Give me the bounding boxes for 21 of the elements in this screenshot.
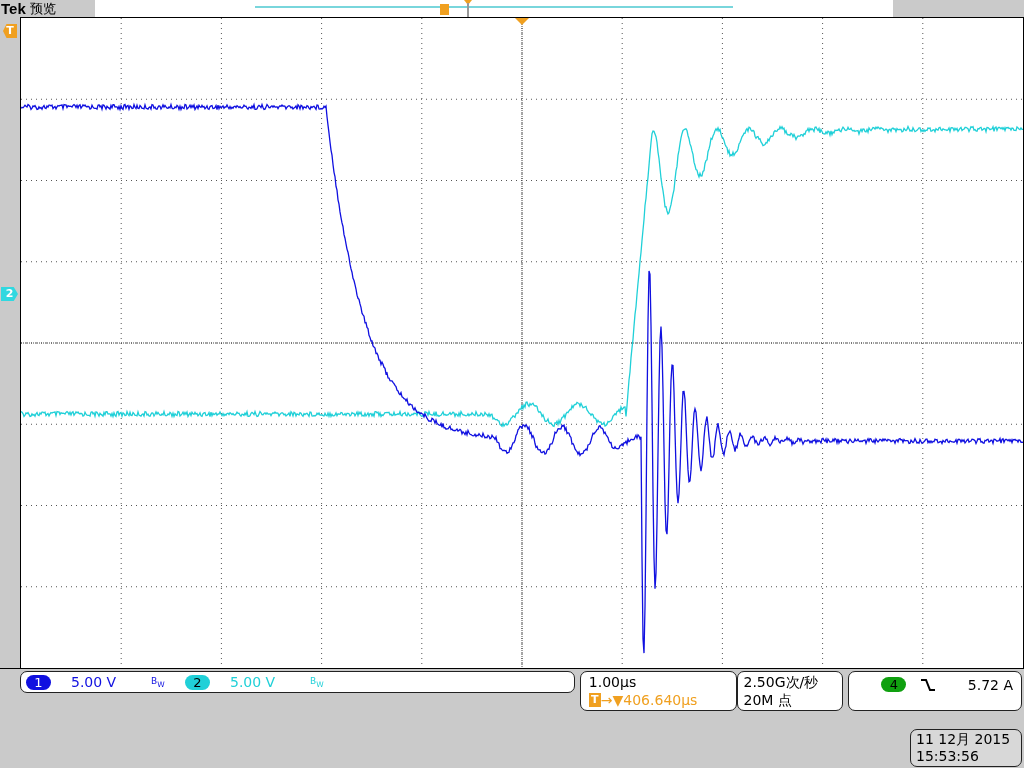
brand-logo: Tek — [1, 0, 26, 17]
bandwidth-label: B$_{W}$ — [310, 675, 325, 689]
channel-marker: 2 — [1, 287, 18, 301]
timebase-scale: 1.00µs — [588, 673, 638, 691]
mode-label: 预览 — [29, 0, 56, 17]
date-label: 11 12月 2015 — [916, 731, 1012, 748]
sample-rate: 2.50G次/秒 — [743, 673, 820, 691]
channel-scale: 5.00 V — [230, 674, 277, 690]
time-label: 15:53:56 — [916, 748, 980, 765]
bandwidth-label: B$_{W}$ — [151, 675, 166, 689]
trigger-badge: T — [588, 693, 601, 707]
channel-scale: 5.00 V — [71, 674, 118, 690]
channel-badge[interactable]: 1 — [26, 674, 51, 690]
channel-badge[interactable]: 2 — [185, 674, 210, 690]
arrow-label: →▼ — [600, 691, 624, 709]
trigger-level: 5.72 A — [967, 677, 1013, 693]
trigger-source-badge[interactable]: 4 — [881, 677, 907, 692]
trigger-position: 406.640µs — [623, 691, 698, 709]
falling-edge-icon — [920, 678, 937, 692]
record-length: 20M 点 — [743, 691, 793, 709]
trigger-level-marker: T — [3, 24, 17, 38]
